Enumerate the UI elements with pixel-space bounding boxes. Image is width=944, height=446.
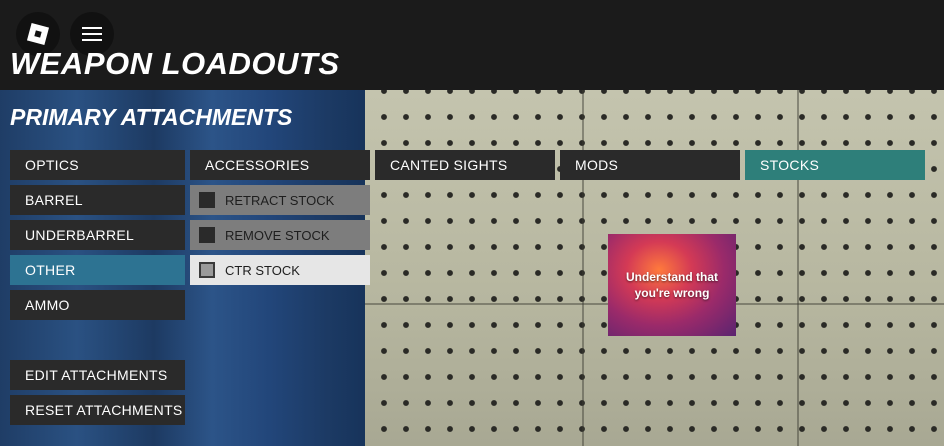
tab-label: MODS: [575, 157, 619, 173]
tab-stocks[interactable]: STOCKS: [745, 150, 925, 180]
section-title: PRIMARY ATTACHMENTS: [10, 104, 293, 130]
category-ammo[interactable]: AMMO: [10, 290, 185, 320]
wall-seam: [797, 90, 799, 446]
page-title: WEAPON LOADOUTS: [10, 46, 340, 81]
category-label: OPTICS: [25, 157, 79, 173]
checkbox-icon[interactable]: [199, 192, 215, 208]
accessory-label: REMOVE STOCK: [225, 227, 330, 243]
accessory-label: CTR STOCK: [225, 262, 300, 278]
accessory-item-remove-stock[interactable]: REMOVE STOCK: [190, 220, 370, 250]
tab-accessories[interactable]: ACCESSORIES: [190, 150, 370, 180]
category-barrel[interactable]: BARREL: [10, 185, 185, 215]
category-underbarrel[interactable]: UNDERBARREL: [10, 220, 185, 250]
poster: Understand that you're wrong: [608, 234, 736, 336]
checkbox-icon[interactable]: [199, 262, 215, 278]
roblox-logo-icon: [26, 22, 50, 46]
wall-seam: [582, 90, 584, 446]
accessory-item-ctr-stock[interactable]: CTR STOCK: [190, 255, 370, 285]
category-label: BARREL: [25, 192, 83, 208]
tab-canted-sights[interactable]: CANTED SIGHTS: [375, 150, 555, 180]
tab-label: STOCKS: [760, 157, 820, 173]
tab-label: CANTED SIGHTS: [390, 157, 508, 173]
reset-attachments-button[interactable]: RESET ATTACHMENTS: [10, 395, 185, 425]
category-label: UNDERBARREL: [25, 227, 135, 243]
category-label: AMMO: [25, 297, 70, 313]
poster-line: you're wrong: [634, 286, 710, 300]
tab-mods[interactable]: MODS: [560, 150, 740, 180]
top-bar: WEAPON LOADOUTS: [0, 0, 944, 90]
tab-label: ACCESSORIES: [205, 157, 310, 173]
poster-line: Understand that: [625, 270, 718, 284]
accessory-item-retract-stock[interactable]: RETRACT STOCK: [190, 185, 370, 215]
hamburger-icon: [82, 23, 102, 45]
button-label: EDIT ATTACHMENTS: [25, 367, 168, 383]
accessory-label: RETRACT STOCK: [225, 192, 335, 208]
category-optics[interactable]: OPTICS: [10, 150, 185, 180]
edit-attachments-button[interactable]: EDIT ATTACHMENTS: [10, 360, 185, 390]
checkbox-icon[interactable]: [199, 227, 215, 243]
category-other[interactable]: OTHER: [10, 255, 185, 285]
category-label: OTHER: [25, 262, 76, 278]
button-label: RESET ATTACHMENTS: [25, 402, 183, 418]
